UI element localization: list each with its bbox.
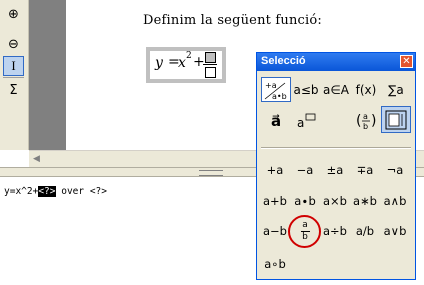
svg-text:(: (: [356, 113, 361, 129]
splitter-grip[interactable]: [199, 170, 223, 176]
category-brackets[interactable]: ( a b ): [351, 108, 381, 133]
category-relations[interactable]: a≤b: [291, 77, 321, 102]
category-functions[interactable]: f(x): [351, 77, 381, 102]
formula-lhs: y: [155, 55, 163, 71]
symbol-concatenate[interactable]: a∘b: [260, 254, 290, 274]
fraction-bar: [203, 64, 217, 65]
zoom-in-icon[interactable]: ⊕: [3, 4, 24, 24]
symbol-not[interactable]: ¬a: [380, 160, 410, 180]
numerator-placeholder[interactable]: [205, 52, 216, 63]
panel-divider: [261, 147, 411, 149]
denominator-placeholder[interactable]: [205, 67, 216, 78]
document-sentence: Definim la següent funció:: [143, 13, 322, 28]
svg-text:a: a: [363, 112, 368, 121]
symbol-asterisk[interactable]: a∗b: [350, 191, 380, 211]
document-margin: [29, 0, 66, 150]
symbol-plus-minus[interactable]: ±a: [320, 160, 350, 180]
panel-title: Selecció: [261, 55, 306, 67]
command-text[interactable]: y=x^2+<?> over <?>: [4, 186, 107, 198]
highlight-circle: [288, 215, 321, 248]
category-operators[interactable]: ∑a: [381, 77, 411, 102]
formula-plus: +: [193, 54, 205, 70]
svg-text:b: b: [363, 122, 368, 131]
toolbar-divider: [3, 77, 24, 78]
formula-exponent: 2: [186, 51, 192, 61]
scroll-left-icon[interactable]: ◀: [33, 154, 40, 164]
close-icon[interactable]: ✕: [400, 55, 413, 68]
svg-text:+a: +a: [265, 81, 277, 90]
cursor-icon[interactable]: I: [3, 56, 24, 76]
symbol-addition[interactable]: a+b: [260, 191, 290, 211]
others-icon: a: [297, 113, 316, 130]
symbol-division[interactable]: a÷b: [320, 221, 350, 241]
symbol-times[interactable]: a×b: [320, 191, 350, 211]
zoom-out-icon[interactable]: ⊖: [3, 34, 24, 54]
svg-text:): ): [371, 113, 376, 129]
svg-text:a•b: a•b: [272, 92, 287, 101]
command-text-before: y=x^2+: [4, 186, 39, 197]
category-formats[interactable]: [381, 106, 411, 133]
symbol-and[interactable]: a∧b: [380, 191, 410, 211]
vertical-toolbar: ⊕ ⊖ I Σ: [0, 0, 29, 150]
sigma-icon[interactable]: Σ: [3, 80, 24, 100]
command-selected-placeholder: <?>: [38, 186, 56, 197]
category-attributes[interactable]: a⃗: [261, 108, 291, 133]
category-set-operations[interactable]: a∈A: [321, 77, 351, 102]
category-unary-binary[interactable]: +a a•b: [261, 77, 291, 102]
symbol-unary-plus[interactable]: +a: [260, 160, 290, 180]
svg-text:a: a: [297, 116, 304, 130]
symbol-dot-product[interactable]: a∙b: [290, 191, 320, 211]
unary-binary-icon: +a a•b: [264, 81, 287, 101]
symbol-unary-minus[interactable]: −a: [290, 160, 320, 180]
command-text-after: over <?>: [55, 186, 107, 197]
symbol-subtraction[interactable]: a−b: [260, 221, 290, 241]
formats-icon: [385, 110, 407, 129]
formula-base: x: [178, 55, 186, 71]
category-others[interactable]: a: [291, 108, 321, 133]
symbol-or[interactable]: a∨b: [380, 221, 410, 241]
symbol-slash[interactable]: a/b: [350, 221, 380, 241]
symbol-minus-plus[interactable]: ∓a: [350, 160, 380, 180]
brackets-icon: ( a b ): [356, 112, 376, 131]
